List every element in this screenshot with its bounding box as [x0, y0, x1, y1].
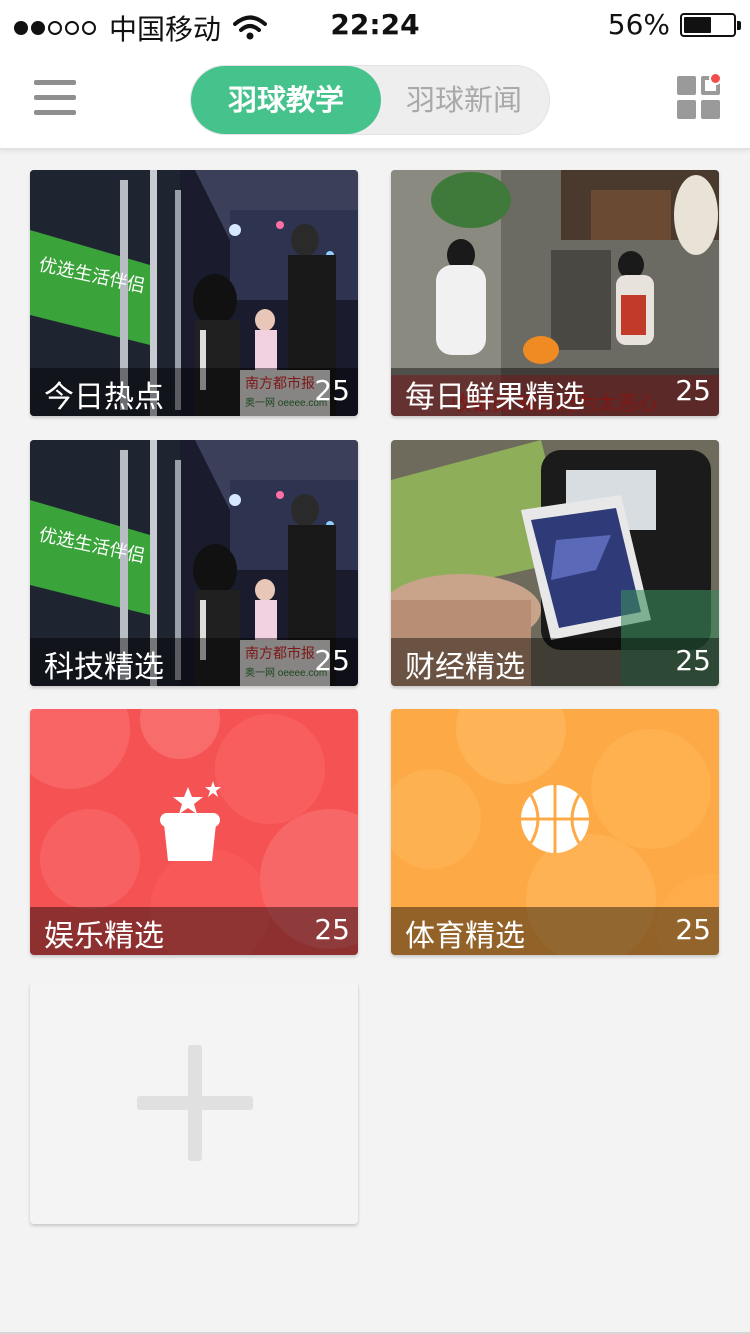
battery-percent: 56%: [607, 8, 670, 41]
card-title: 娱乐精选: [44, 919, 164, 954]
segmented-control: 羽球教学 羽球新闻: [190, 65, 550, 135]
card-title: 每日鲜果精选: [405, 380, 585, 415]
card-count: 25: [675, 644, 711, 677]
card-count: 25: [314, 374, 350, 407]
tab-badminton-teaching[interactable]: 羽球教学: [191, 66, 381, 134]
add-category-button[interactable]: [30, 982, 358, 1224]
category-card-daily-fruit[interactable]: 收银员 知此行为太恶心 每日鲜果精选 25: [391, 170, 719, 416]
card-caption: 科技精选 25: [30, 638, 358, 686]
card-title: 科技精选: [44, 650, 164, 685]
grid-apps-icon[interactable]: [677, 72, 722, 120]
card-title: 体育精选: [405, 919, 525, 954]
card-caption: 今日热点 25: [30, 368, 358, 416]
category-card-finance[interactable]: 财经精选 25: [391, 440, 719, 686]
battery-icon: [680, 12, 741, 37]
card-caption: 每日鲜果精选 25: [391, 368, 719, 416]
status-right: 56%: [607, 8, 741, 41]
card-title: 财经精选: [405, 650, 525, 685]
category-card-sports[interactable]: 体育精选 25: [391, 709, 719, 955]
card-count: 25: [314, 644, 350, 677]
category-card-tech[interactable]: 南方都市报 奥一网 oeeee.com 优选生活伴侣 科技精选 25: [30, 440, 358, 686]
card-caption: 娱乐精选 25: [30, 907, 358, 955]
basketball-icon: [521, 785, 589, 853]
category-card-entertainment[interactable]: 娱乐精选 25: [30, 709, 358, 955]
card-caption: 财经精选 25: [391, 638, 719, 686]
category-card-hot-today[interactable]: 南方都市报 奥一网 oeeee.com 优选生活伴侣 今日热点 25: [30, 170, 358, 416]
tab-badminton-news[interactable]: 羽球新闻: [379, 66, 549, 134]
card-title: 今日热点: [44, 380, 164, 415]
nav-bar: 羽球教学 羽球新闻: [0, 50, 750, 150]
card-caption: 体育精选 25: [391, 907, 719, 955]
hamburger-icon[interactable]: [34, 80, 78, 116]
notification-badge: [709, 72, 722, 85]
status-bar: 中国移动 22:24 56%: [0, 0, 750, 50]
card-count: 25: [675, 913, 711, 946]
card-count: 25: [314, 913, 350, 946]
card-count: 25: [675, 374, 711, 407]
